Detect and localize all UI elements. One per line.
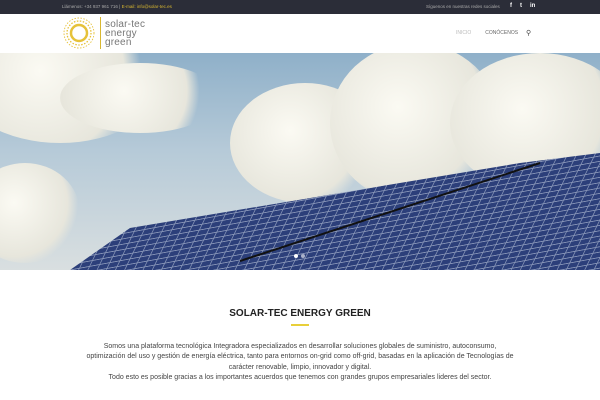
slider-dot[interactable] [294,254,298,258]
linkedin-icon[interactable]: in [530,3,535,9]
contact-info: Llámenos: +34 937 961 716 | E-mail: info… [62,4,172,9]
sun-logo-icon [63,17,95,49]
logo[interactable]: solar-tec energy green [62,16,145,50]
para-line: carácter renovable, limpio, innovador y … [228,363,372,371]
logo-line: green [105,36,132,48]
logo-divider [100,17,101,49]
para-line: Somos una plataforma tecnológica Integra… [103,343,497,350]
section-title: SOLAR-TEC ENERGY GREEN [229,308,371,319]
main-nav: INICIO CONÓCENOS ⚲ [456,30,531,37]
top-bar: Llámenos: +34 937 961 716 | E-mail: info… [0,0,600,14]
title-underline [291,324,309,326]
phone: Llámenos: +34 937 961 716 [62,4,118,9]
slider-dot[interactable] [301,254,305,258]
nav-conocenos[interactable]: CONÓCENOS [485,30,518,36]
nav-inicio[interactable]: INICIO [456,30,471,36]
twitter-icon[interactable]: t [520,3,522,9]
solar-panels [70,153,600,270]
facebook-icon[interactable]: f [510,3,512,9]
intro-paragraph: Somos una plataforma tecnológica Integra… [50,342,550,384]
social-label: Síguenos en nuestras redes sociales [426,4,500,9]
para-line: optimización del uso y gestión de energí… [86,353,514,361]
search-icon[interactable]: ⚲ [526,29,531,37]
slider-dots [294,254,305,258]
header: solar-tec energy green INICIO CONÓCENOS … [0,14,600,53]
email-link[interactable]: E-mail: info@solar-tec.es [122,4,172,9]
para-line: Todo esto es posible gracias a los impor… [108,374,492,382]
hero-slider [0,53,600,270]
